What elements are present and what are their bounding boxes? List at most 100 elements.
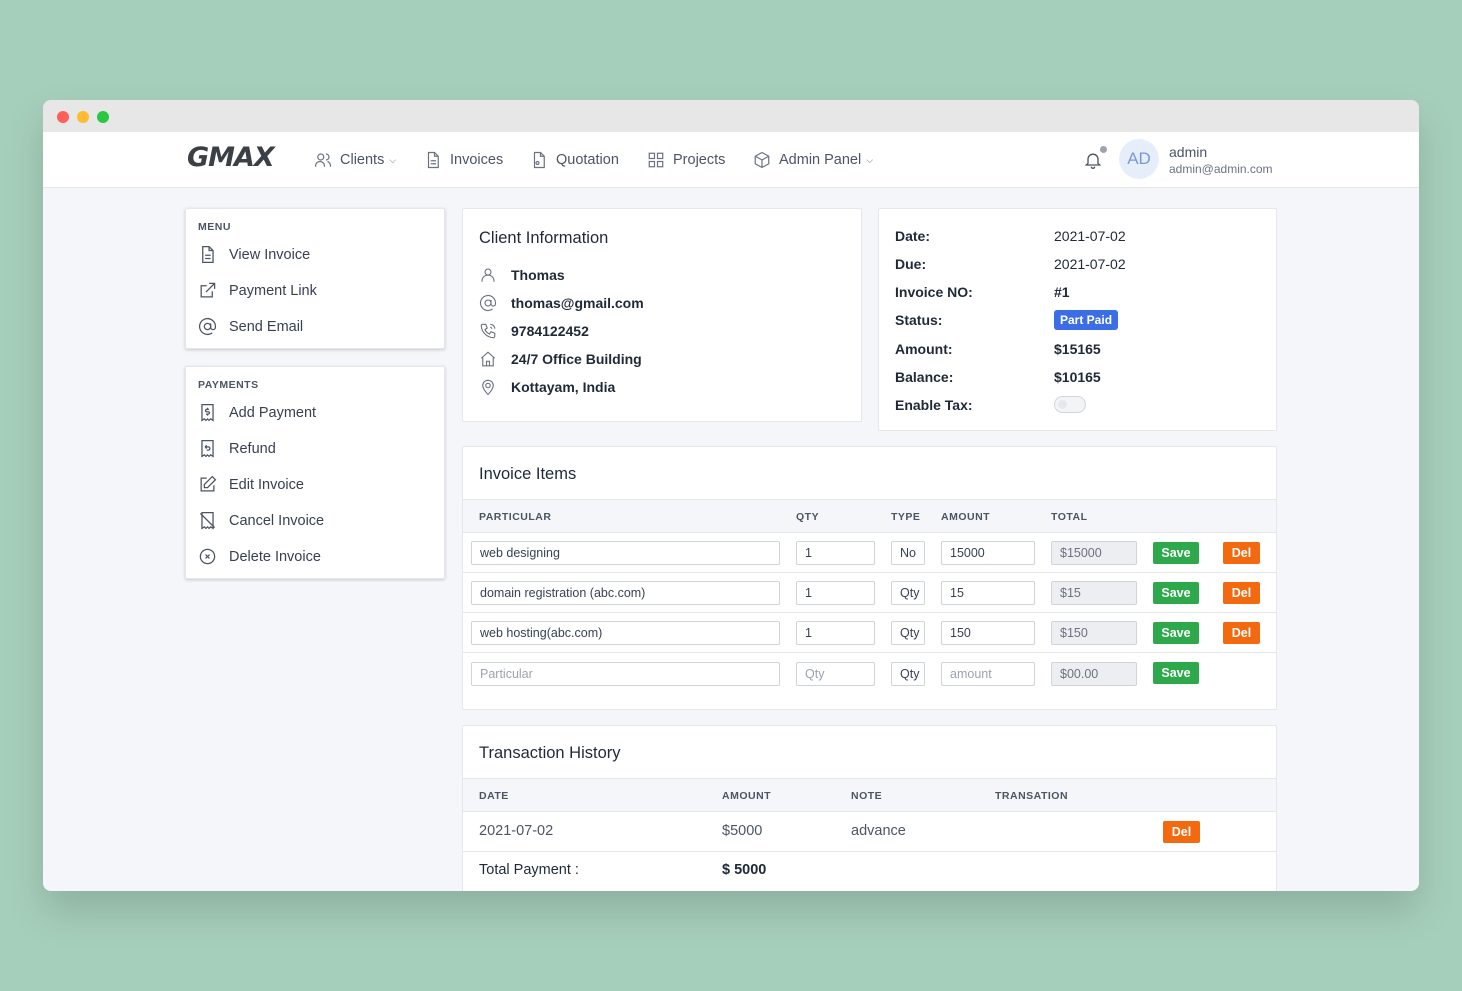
chevron-down-icon: ⌵: [866, 154, 874, 165]
total-payment-value: $ 5000: [722, 862, 767, 878]
menu-item-label: Edit Invoice: [229, 476, 304, 493]
invoice-no: #1: [1054, 284, 1070, 300]
particular-input[interactable]: domain registration (abc.com): [471, 581, 780, 605]
notifications-button[interactable]: [1083, 146, 1107, 170]
at-sign-icon: [480, 294, 497, 312]
new-particular-input[interactable]: Particular: [471, 662, 780, 686]
client-phone: 9784122452: [511, 323, 589, 339]
particular-input[interactable]: web hosting(abc.com): [471, 621, 780, 645]
menu-refund[interactable]: Refund: [198, 439, 276, 458]
total-field: $15000: [1051, 541, 1137, 565]
due-label: Due:: [895, 256, 927, 272]
qty-input[interactable]: 1: [796, 581, 875, 605]
transaction-amount: $5000: [722, 823, 763, 839]
payments-menu-card: PAYMENTS Add Payment Refund Edit Invoice…: [185, 366, 445, 579]
top-navbar: GMAX Clients ⌵ Invoices Quotation Projec…: [43, 132, 1419, 188]
balance-label: Balance:: [895, 369, 954, 385]
document-icon: [427, 151, 439, 169]
menu-send-email[interactable]: Send Email: [198, 317, 303, 336]
type-select[interactable]: No: [891, 541, 925, 565]
client-location-row: Kottayam, India: [479, 378, 615, 396]
avatar[interactable]: AD: [1119, 139, 1159, 179]
enable-tax-toggle[interactable]: [1054, 396, 1086, 413]
map-pin-icon: [482, 379, 494, 396]
menu-item-label: Refund: [229, 440, 276, 457]
col-amount: AMOUNT: [722, 790, 772, 802]
external-link-icon: [200, 282, 216, 298]
amount-input[interactable]: 15000: [941, 541, 1035, 565]
row-divider: [463, 851, 1276, 852]
quote-document-icon: [533, 151, 545, 169]
particular-input[interactable]: web designing: [471, 541, 780, 565]
nav-quotation-label: Quotation: [556, 152, 619, 168]
box-icon: [754, 151, 770, 169]
user-name: admin: [1169, 144, 1208, 160]
nav-admin-panel[interactable]: Admin Panel ⌵: [753, 151, 873, 169]
chevron-down-icon: ⌵: [389, 154, 397, 165]
menu-cancel-invoice[interactable]: Cancel Invoice: [198, 511, 324, 530]
delete-button[interactable]: Del: [1223, 582, 1260, 604]
menu-item-label: Add Payment: [229, 404, 317, 421]
total-field: $15: [1051, 581, 1137, 605]
minimize-window-button[interactable]: [77, 111, 89, 123]
qty-input[interactable]: 1: [796, 541, 875, 565]
document-icon: [202, 245, 214, 264]
delete-button[interactable]: Del: [1223, 542, 1260, 564]
notification-indicator: [1100, 146, 1107, 153]
save-button[interactable]: Save: [1153, 582, 1199, 604]
delete-button[interactable]: Del: [1223, 622, 1260, 644]
amount-label: Amount:: [895, 341, 953, 357]
enable-tax-label: Enable Tax:: [895, 397, 973, 413]
nav-clients-label: Clients: [340, 152, 385, 168]
new-qty-input[interactable]: Qty: [796, 662, 875, 686]
payments-heading: PAYMENTS: [198, 379, 259, 391]
new-type-select[interactable]: Qty: [891, 662, 925, 686]
menu-payment-link[interactable]: Payment Link: [198, 281, 317, 300]
menu-edit-invoice[interactable]: Edit Invoice: [198, 475, 304, 494]
save-button[interactable]: Save: [1153, 542, 1199, 564]
amount-input[interactable]: 150: [941, 621, 1035, 645]
client-address-row: 24/7 Office Building: [479, 350, 642, 368]
menu-view-invoice[interactable]: View Invoice: [198, 245, 310, 264]
client-name: Thomas: [511, 267, 565, 283]
home-icon: [480, 351, 496, 367]
nav-clients[interactable]: Clients ⌵: [314, 151, 396, 169]
refund-receipt-icon: [201, 439, 214, 458]
transaction-header: DATE AMOUNT NOTE TRANSATION: [463, 778, 1276, 812]
qty-input[interactable]: 1: [796, 621, 875, 645]
col-amount: AMOUNT: [941, 511, 991, 523]
invoice-amount: $15165: [1054, 341, 1101, 357]
date-label: Date:: [895, 228, 931, 244]
client-address: 24/7 Office Building: [511, 351, 642, 367]
client-email: thomas@gmail.com: [511, 295, 644, 311]
bell-icon: [1084, 153, 1102, 169]
close-window-button[interactable]: [57, 111, 69, 123]
menu-item-label: Delete Invoice: [229, 548, 321, 565]
menu-item-label: View Invoice: [229, 246, 311, 263]
invoice-balance: $10165: [1054, 369, 1101, 385]
at-sign-icon: [198, 318, 217, 336]
type-select[interactable]: Qty: [891, 621, 925, 645]
new-amount-input[interactable]: amount: [941, 662, 1035, 686]
nav-invoices[interactable]: Invoices: [424, 151, 503, 169]
menu-item-label: Cancel Invoice: [229, 512, 325, 529]
menu-add-payment[interactable]: Add Payment: [198, 403, 316, 422]
save-button[interactable]: Save: [1153, 622, 1199, 644]
menu-delete-invoice[interactable]: Delete Invoice: [198, 547, 321, 566]
nav-projects[interactable]: Projects: [647, 151, 725, 169]
delete-transaction-button[interactable]: Del: [1163, 821, 1200, 843]
status-label: Status:: [895, 312, 943, 328]
nav-quotation[interactable]: Quotation: [530, 151, 619, 169]
invoice-items-card: Invoice Items PARTICULAR QTY TYPE AMOUNT…: [462, 446, 1277, 710]
col-transation: TRANSATION: [995, 790, 1069, 802]
transaction-date: 2021-07-02: [479, 823, 554, 839]
nav-projects-label: Projects: [673, 152, 726, 168]
brand-logo[interactable]: GMAX: [187, 142, 275, 173]
new-save-button[interactable]: Save: [1153, 662, 1199, 684]
client-name-row: Thomas: [479, 266, 565, 284]
maximize-window-button[interactable]: [97, 111, 109, 123]
edit-icon: [200, 475, 217, 492]
amount-input[interactable]: 15: [941, 581, 1035, 605]
nav-admin-panel-label: Admin Panel: [779, 152, 862, 168]
type-select[interactable]: Qty: [891, 581, 925, 605]
